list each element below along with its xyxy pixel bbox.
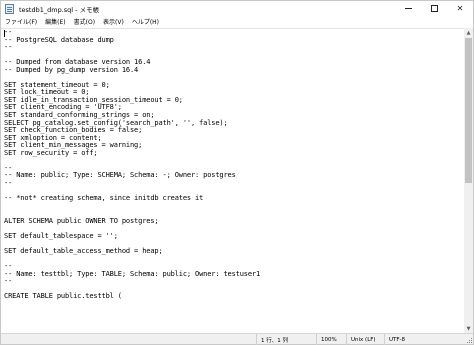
editor-line: -- *not* creating schema, since initdb c… (4, 194, 204, 203)
close-button[interactable]: ✕ (447, 1, 473, 16)
editor-line: -- (4, 178, 13, 187)
zoom-level: 100% (316, 334, 346, 345)
title-bar[interactable]: testdb1_dmp.sql - メモ帳 ✕ (1, 1, 473, 16)
line-ending: Unix (LF) (346, 334, 384, 345)
editor-line: -- Name: testtbl; Type: TABLE; Schema: p… (4, 269, 261, 278)
minimize-button[interactable] (395, 1, 421, 16)
scroll-up-arrow-icon[interactable]: ▲ (464, 28, 473, 37)
editor-line: -- Name: public; Type: SCHEMA; Schema: -… (4, 171, 236, 180)
editor-content: -- -- PostgreSQL database dump -- -- Dumpe… (4, 29, 260, 301)
text-editor[interactable]: -- -- PostgreSQL database dump -- -- Dumpe… (1, 28, 464, 333)
maximize-button[interactable] (421, 1, 447, 16)
file-encoding: UTF-8 (384, 334, 464, 345)
window-title: testdb1_dmp.sql - メモ帳 (19, 5, 100, 14)
minimize-icon (404, 8, 412, 9)
editor-line: CREATE TABLE public.testtbl ( (4, 292, 122, 301)
text-caret (4, 30, 5, 37)
status-bar: 1 行、1 列 100% Unix (LF) UTF-8 (1, 333, 473, 345)
menu-file[interactable]: ファイル(F) (1, 17, 41, 26)
vertical-scrollbar[interactable]: ▲ ▼ (464, 28, 473, 333)
resize-grip-icon[interactable] (466, 337, 472, 343)
menu-view[interactable]: 表示(V) (99, 17, 128, 26)
editor-line: -- (4, 43, 13, 52)
maximize-icon (430, 5, 438, 12)
window-controls: ✕ (395, 1, 473, 16)
scrollbar-thumb[interactable] (465, 38, 472, 183)
editor-line: -- PostgreSQL database dump (4, 35, 114, 44)
cursor-position: 1 行、1 列 (256, 334, 316, 345)
editor-line: ALTER SCHEMA public OWNER TO postgres; (4, 216, 159, 225)
menu-bar: ファイル(F) 編集(E) 書式(O) 表示(V) ヘルプ(H) (1, 16, 473, 27)
notepad-window: testdb1_dmp.sql - メモ帳 ✕ ファイル(F) 編集(E) 書式… (0, 0, 474, 345)
menu-format[interactable]: 書式(O) (70, 17, 99, 26)
editor-line: SET default_tablespace = ''; (4, 231, 118, 240)
editor-line: SET default_table_access_method = heap; (4, 246, 163, 255)
menu-help[interactable]: ヘルプ(H) (128, 17, 163, 26)
editor-line: -- (4, 277, 13, 286)
close-icon: ✕ (456, 4, 464, 13)
scroll-down-arrow-icon[interactable]: ▼ (464, 324, 473, 333)
notepad-app-icon (5, 3, 14, 14)
menu-edit[interactable]: 編集(E) (41, 17, 69, 26)
editor-line: -- Dumped by pg_dump version 16.4 (4, 65, 139, 74)
editor-line: SET row_security = off; (4, 148, 98, 157)
